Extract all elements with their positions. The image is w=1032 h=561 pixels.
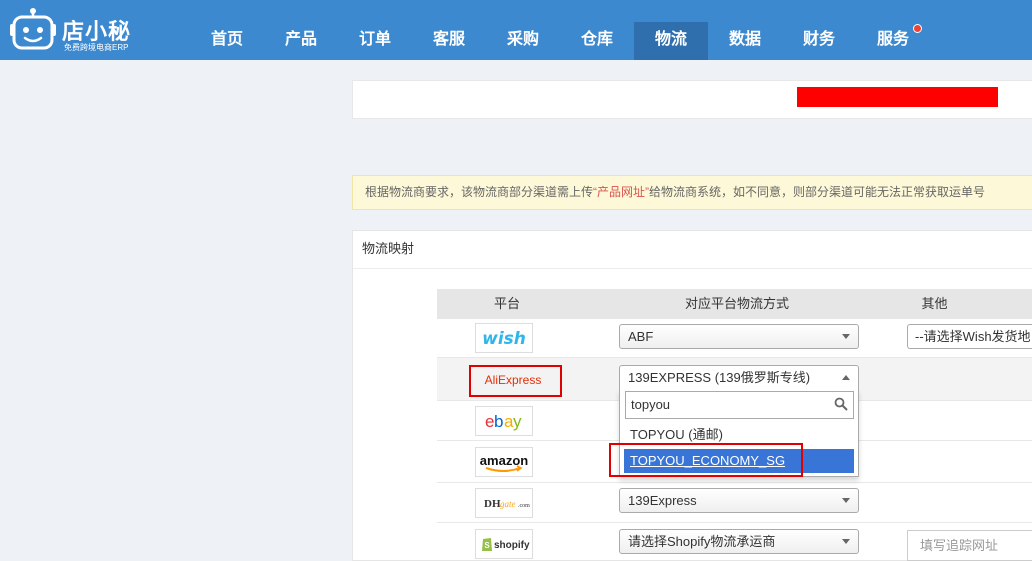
chevron-down-icon [842, 539, 850, 544]
ebay-logo-icon: e b a y [475, 406, 533, 436]
app-logo[interactable]: 店小秘 免费跨境电商ERP [8, 8, 138, 54]
amazon-logo-icon: amazon [475, 447, 533, 477]
svg-text:S: S [484, 541, 490, 550]
notice-text-before: 根据物流商要求，该物流商部分渠道需上传 [365, 185, 594, 199]
nav-item-logistics[interactable]: 物流 [634, 22, 708, 60]
notice-banner: 根据物流商要求，该物流商部分渠道需上传“产品网址”给物流商系统，如不同意，则部分… [352, 175, 1032, 210]
annotation-box-selected-option [609, 443, 803, 477]
nav-item-warehouse[interactable]: 仓库 [560, 22, 634, 60]
top-nav-bar: 店小秘 免费跨境电商ERP 首页 产品 订单 客服 采购 仓库 物流 数据 财务… [0, 0, 1032, 60]
nav-item-orders[interactable]: 订单 [338, 22, 412, 60]
dhgate-logo-svg: DH gate .com [484, 498, 530, 510]
amazon-logo-svg: amazon [480, 453, 528, 472]
dropdown-search-input[interactable]: topyou [625, 391, 854, 419]
robot-logo-icon [10, 8, 56, 50]
annotation-box-aliexpress [469, 365, 562, 397]
wish-ship-from-select[interactable]: --请选择Wish发货地 [907, 324, 1032, 349]
search-icon [834, 397, 848, 411]
chevron-down-icon [842, 498, 850, 503]
row-divider [437, 522, 1032, 523]
chevron-up-icon [842, 375, 850, 380]
svg-text:gate: gate [500, 499, 516, 509]
table-header: 平台 对应平台物流方式 其他 [437, 289, 1032, 319]
panel-title: 物流映射 [353, 231, 1032, 269]
ebay-logo-svg: e b a y [485, 412, 522, 431]
row-divider [437, 482, 1032, 483]
shopify-logo-svg: S shopify [482, 538, 530, 551]
notice-text-after: 给物流商系统，如不同意，则部分渠道可能无法正常获取运单号 [649, 185, 986, 199]
wish-logo-icon: wish [475, 323, 533, 353]
shipping-method-select-shopify[interactable]: 请选择Shopify物流承运商 [619, 529, 859, 554]
nav-item-finance[interactable]: 财务 [782, 22, 856, 60]
svg-text:DH: DH [484, 498, 501, 510]
nav-item-services-label: 服务 [876, 31, 909, 48]
svg-text:.com: .com [518, 503, 530, 509]
select-value: 139Express [628, 493, 697, 508]
dhgate-logo-icon: DH gate .com [475, 488, 533, 518]
select-value: ABF [628, 329, 654, 344]
wish-wordmark: wish [482, 329, 526, 349]
shipping-method-select-aliexpress[interactable]: 139EXPRESS (139俄罗斯专线) [619, 365, 859, 390]
column-header-shipping-method: 对应平台物流方式 [684, 296, 789, 311]
svg-text:y: y [513, 412, 522, 431]
shopify-logo-icon: S shopify [475, 529, 533, 559]
wish-logo-svg: wish [482, 329, 526, 349]
main-nav: 首页 产品 订单 客服 采购 仓库 物流 数据 财务 服务 [190, 22, 930, 60]
select-value: 139EXPRESS (139俄罗斯专线) [628, 370, 811, 385]
nav-item-customer-service[interactable]: 客服 [412, 22, 486, 60]
svg-text:b: b [494, 412, 503, 431]
nav-item-purchasing[interactable]: 采购 [486, 22, 560, 60]
search-value: topyou [631, 397, 671, 412]
nav-item-data[interactable]: 数据 [708, 22, 782, 60]
row-divider [437, 357, 1032, 358]
shopify-wordmark: shopify [494, 540, 530, 551]
nav-item-home[interactable]: 首页 [190, 22, 264, 60]
column-header-other: 其他 [921, 296, 948, 311]
shipping-method-select-dhgate[interactable]: 139Express [619, 488, 859, 513]
chevron-down-icon [842, 334, 850, 339]
tracking-url-input[interactable]: 填写追踪网址 [907, 530, 1032, 561]
redacted-bar [797, 87, 998, 107]
notice-highlight: “产品网址” [593, 185, 650, 199]
nav-item-products[interactable]: 产品 [264, 22, 338, 60]
notification-dot [913, 24, 922, 33]
logo-subtitle: 免费跨境电商ERP [64, 43, 129, 52]
column-header-platform: 平台 [493, 296, 520, 311]
shipping-method-select-wish[interactable]: ABF [619, 324, 859, 349]
amazon-wordmark: amazon [480, 453, 528, 468]
nav-item-services[interactable]: 服务 [856, 22, 930, 60]
select-value: 请选择Shopify物流承运商 [628, 534, 776, 549]
